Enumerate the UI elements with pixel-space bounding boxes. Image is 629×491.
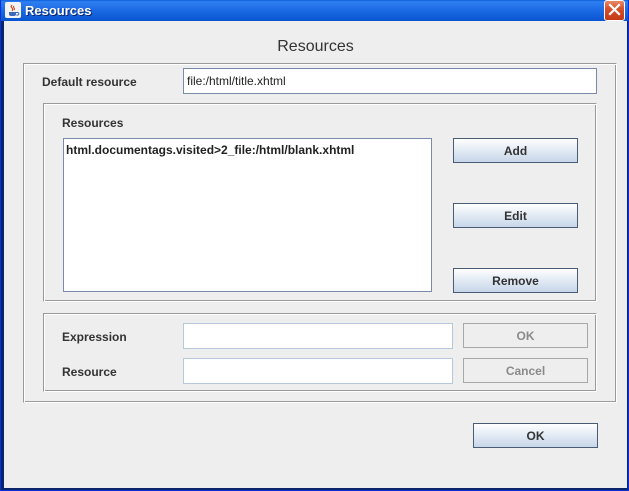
title-bar[interactable]: Resources [1,0,628,21]
default-resource-label: Default resource [42,75,137,89]
ok-button[interactable]: OK [473,423,598,448]
resource-input[interactable] [183,358,453,384]
remove-button[interactable]: Remove [453,268,578,293]
java-icon [5,2,21,18]
list-item[interactable]: html.documentags.visited>2_file:/html/bl… [66,143,354,157]
close-button[interactable] [604,0,625,21]
resource-label: Resource [62,365,117,379]
editor-ok-button[interactable]: OK [463,323,588,348]
expression-label: Expression [62,330,127,344]
editor-cancel-button[interactable]: Cancel [463,358,588,383]
dialog-content: Resources Default resource file:/html/ti… [4,21,627,488]
window-title: Resources [25,3,92,18]
expression-input[interactable] [183,323,453,349]
edit-button[interactable]: Edit [453,203,578,228]
dialog-window: Resources Resources Default resource fil… [0,0,629,491]
default-resource-field[interactable]: file:/html/title.xhtml [183,68,597,94]
resources-list[interactable]: html.documentags.visited>2_file:/html/bl… [63,138,432,292]
dialog-heading: Resources [277,38,354,55]
add-button[interactable]: Add [453,138,578,163]
close-icon [608,2,621,19]
resources-panel-label: Resources [62,116,124,130]
